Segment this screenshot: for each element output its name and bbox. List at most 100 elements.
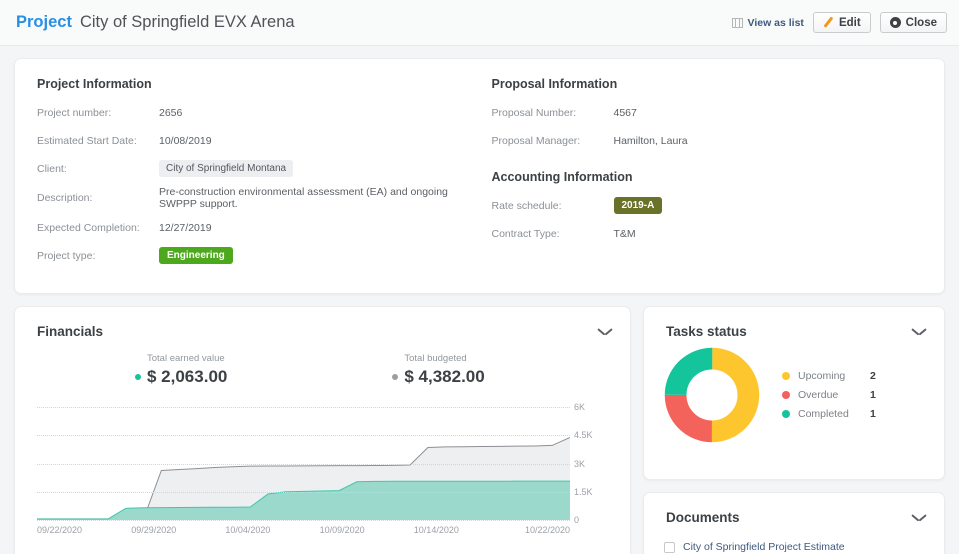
kpi-total-budgeted: Total budgeted $ 4,382.00: [392, 353, 484, 387]
legend-item[interactable]: Overdue1: [782, 389, 876, 401]
info-field-value[interactable]: City of Springfield Montana: [159, 160, 293, 177]
info-field-value[interactable]: 2019-A: [614, 197, 663, 214]
chart-plot-area: 01.5K3K4.5K6K: [37, 407, 608, 520]
close-icon: [890, 17, 901, 28]
info-field: Project type:Engineering: [37, 245, 468, 266]
kpi-label: Total budgeted: [392, 353, 484, 364]
info-field-label: Expected Completion:: [37, 222, 159, 234]
chevron-down-icon[interactable]: [912, 513, 926, 522]
view-as-list-label: View as list: [748, 17, 804, 29]
documents-title: Documents: [666, 510, 740, 525]
info-field-value: 4567: [614, 107, 637, 119]
tasks-status-header: Tasks status: [644, 324, 944, 339]
legend-value: 1: [870, 389, 876, 401]
info-field-label: Contract Type:: [492, 228, 614, 240]
legend-dot: [782, 372, 790, 380]
close-button[interactable]: Close: [880, 12, 947, 33]
document-link[interactable]: City of Springfield Project Estimate: [683, 541, 845, 553]
close-button-label: Close: [906, 17, 937, 29]
legend-value: 2: [870, 370, 876, 382]
info-field-value: 12/27/2019: [159, 222, 212, 234]
legend-dot: [782, 391, 790, 399]
legend-dot: [392, 374, 398, 380]
top-bar: Project City of Springfield EVX Arena Vi…: [0, 0, 959, 46]
info-field-value: 10/08/2019: [159, 135, 212, 147]
right-column: Tasks status Upcoming2 Overdue1 Completed1…: [643, 306, 945, 554]
info-field: Estimated Start Date:10/08/2019: [37, 130, 468, 151]
tasks-status-content: Upcoming2 Overdue1 Completed1: [644, 339, 944, 443]
documents-list: City of Springfield Project Estimate: [644, 525, 944, 553]
info-field-label: Proposal Manager:: [492, 135, 614, 147]
chevron-down-icon[interactable]: [912, 327, 926, 336]
chart-x-tick-label: 10/04/2020: [225, 525, 270, 535]
chart-grid-line: [37, 435, 570, 436]
edit-button[interactable]: Edit: [813, 12, 871, 33]
page-title: Project City of Springfield EVX Arena: [16, 13, 295, 32]
info-field-value: Pre-construction environmental assessmen…: [159, 186, 468, 210]
donut-chart: [664, 347, 760, 443]
info-field-label: Rate schedule:: [492, 200, 614, 212]
chart-grid-line: [37, 464, 570, 465]
info-field: Expected Completion:12/27/2019: [37, 217, 468, 238]
info-field: Project number:2656: [37, 102, 468, 123]
kpi-value: $ 2,063.00: [147, 367, 227, 387]
chart-x-tick-label: 09/29/2020: [131, 525, 176, 535]
info-field: Proposal Number:4567: [492, 102, 923, 123]
columns-icon: [732, 18, 743, 28]
project-information-column: Project Information Project number:2656E…: [37, 77, 468, 273]
info-field: Description:Pre-construction environment…: [37, 186, 468, 210]
chart-y-tick-label: 6K: [574, 402, 608, 412]
page-title-kind: Project: [16, 13, 72, 32]
chart-x-tick-label: 10/09/2020: [320, 525, 365, 535]
documents-card: Documents City of Springfield Project Es…: [643, 492, 945, 554]
financials-kpis: Total earned value $ 2,063.00 Total budg…: [15, 339, 630, 387]
edit-button-label: Edit: [839, 17, 861, 29]
kpi-total-earned-value: Total earned value $ 2,063.00: [135, 353, 227, 387]
dashboard-row: Financials Total earned value $ 2,063.00…: [14, 306, 945, 554]
view-as-list-button[interactable]: View as list: [732, 17, 804, 29]
info-field-value[interactable]: Engineering: [159, 247, 233, 264]
chart-x-axis: 09/22/2020 09/29/2020 10/04/2020 10/09/2020…: [37, 525, 608, 541]
tasks-status-legend: Upcoming2 Overdue1 Completed1: [782, 370, 876, 420]
project-details-card: Project Information Project number:2656E…: [14, 58, 945, 294]
chart-x-tick-label: 10/22/2020: [525, 525, 570, 535]
kpi-label: Total earned value: [135, 353, 227, 364]
legend-item[interactable]: Upcoming2: [782, 370, 876, 382]
chart-grid-line: [37, 520, 570, 521]
documents-header: Documents: [644, 510, 944, 525]
info-field-label: Description:: [37, 192, 159, 204]
document-checkbox[interactable]: [664, 542, 675, 553]
tasks-status-title: Tasks status: [666, 324, 747, 339]
legend-label: Completed: [798, 408, 870, 420]
info-field: Rate schedule:2019-A: [492, 195, 923, 216]
proposal-accounting-column: Proposal Information Proposal Number:456…: [468, 77, 923, 273]
top-bar-actions: View as list Edit Close: [732, 12, 948, 33]
chart-grid-line: [37, 492, 570, 493]
proposal-information-title: Proposal Information: [492, 77, 923, 91]
tasks-status-card: Tasks status Upcoming2 Overdue1 Completed1: [643, 306, 945, 480]
pencil-icon: [823, 17, 834, 28]
legend-dot: [782, 410, 790, 418]
document-item: City of Springfield Project Estimate: [644, 525, 944, 553]
chart-x-tick-label: 09/22/2020: [37, 525, 82, 535]
info-field: Contract Type:T&M: [492, 223, 923, 244]
legend-dot: [135, 374, 141, 380]
info-field-label: Project number:: [37, 107, 159, 119]
chart-y-tick-label: 4.5K: [574, 430, 608, 440]
financials-card: Financials Total earned value $ 2,063.00…: [14, 306, 631, 554]
kpi-value-wrap: $ 2,063.00: [135, 367, 227, 387]
legend-item[interactable]: Completed1: [782, 408, 876, 420]
info-field: Proposal Manager:Hamilton, Laura: [492, 130, 923, 151]
info-field: Client:City of Springfield Montana: [37, 158, 468, 179]
chart-y-tick-label: 0: [574, 515, 608, 525]
info-field-label: Client:: [37, 163, 159, 175]
info-field-label: Proposal Number:: [492, 107, 614, 119]
chevron-down-icon[interactable]: [598, 327, 612, 336]
donut-segment: [676, 359, 749, 432]
project-information-fields: Project number:2656 Estimated Start Date:…: [37, 102, 468, 266]
kpi-value: $ 4,382.00: [404, 367, 484, 387]
proposal-information-fields: Proposal Number:4567 Proposal Manager:Ham…: [492, 102, 923, 151]
info-field-label: Estimated Start Date:: [37, 135, 159, 147]
financials-header: Financials: [15, 324, 630, 339]
legend-value: 1: [870, 408, 876, 420]
